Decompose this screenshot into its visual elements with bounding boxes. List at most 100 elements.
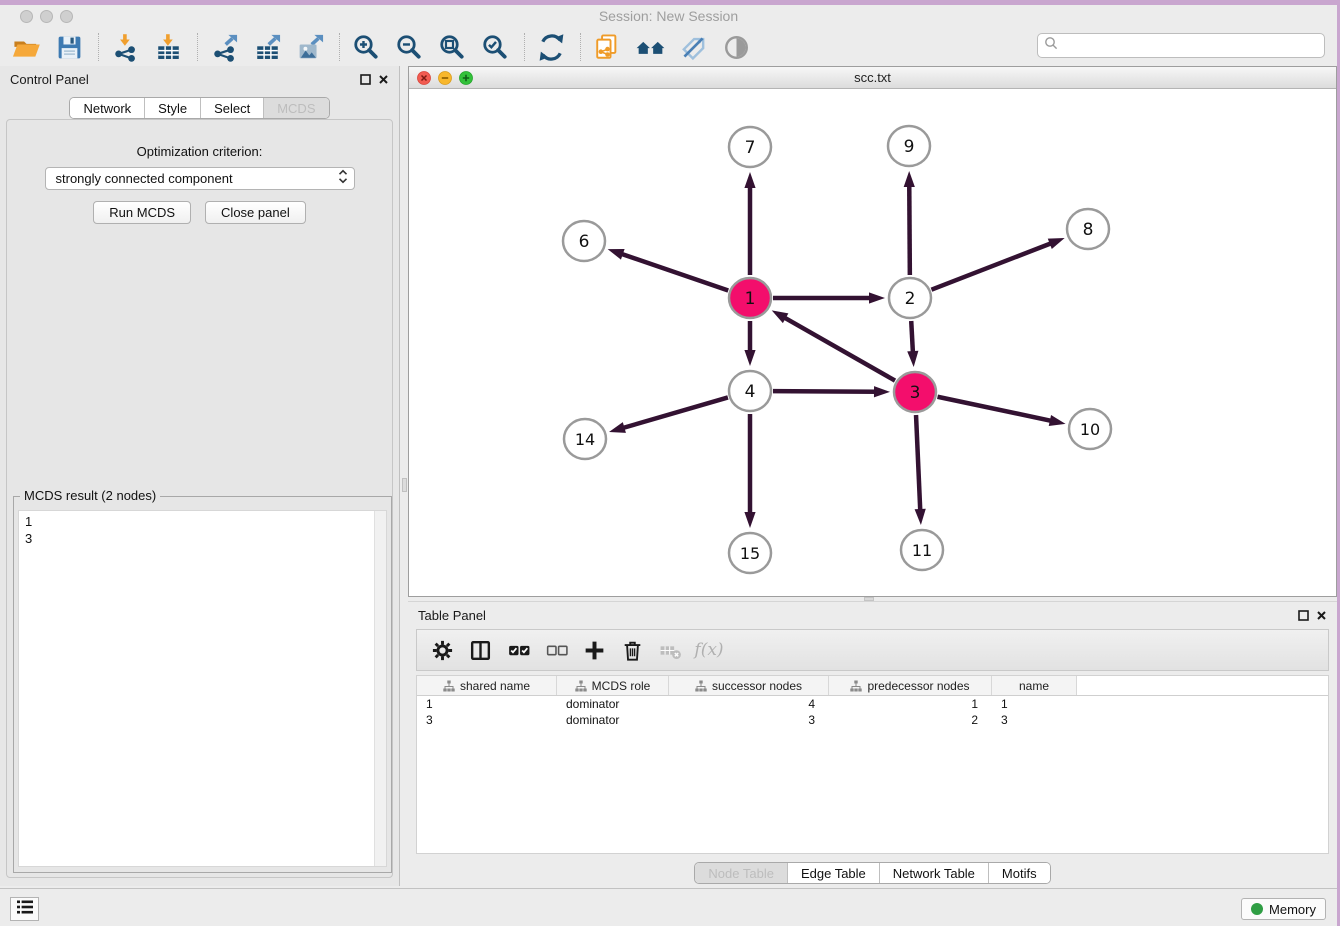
optimization-criterion-label: Optimization criterion: [7, 144, 392, 159]
network-graph: 7 9 6 8 1 2 4 3 14 10 15 11 [409, 89, 1336, 596]
refresh-network-icon[interactable] [535, 31, 567, 63]
search-field[interactable] [1037, 33, 1325, 58]
column-header-name[interactable]: name [992, 676, 1077, 695]
export-network-icon[interactable] [208, 31, 240, 63]
graph-node-15[interactable]: 15 [729, 533, 771, 573]
node-table[interactable]: shared nameMCDS rolesuccessor nodesprede… [416, 675, 1329, 854]
graph-node-8[interactable]: 8 [1067, 209, 1109, 249]
apps-home-icon[interactable] [634, 31, 666, 63]
graph-node-label: 11 [912, 541, 932, 560]
column-header-predecessor-nodes[interactable]: predecessor nodes [829, 676, 992, 695]
graph-edge-3-10[interactable] [938, 397, 1053, 421]
zoom-selected-icon[interactable] [479, 31, 511, 63]
table-row[interactable]: 3dominator323 [417, 712, 1328, 728]
graph-node-14[interactable]: 14 [564, 419, 606, 459]
task-history-button[interactable] [10, 897, 39, 921]
toolbar-separator [98, 33, 99, 61]
graph-edge-4-14[interactable] [621, 397, 727, 428]
import-network-icon[interactable] [109, 31, 141, 63]
result-scrollbar[interactable] [374, 511, 386, 866]
mcds-result-box: MCDS result (2 nodes) 1 3 [13, 496, 392, 873]
table-row[interactable]: 1dominator411 [417, 696, 1328, 712]
graph-edge-arrowhead [907, 351, 918, 367]
graph-node-11[interactable]: 11 [901, 530, 943, 570]
export-image-icon[interactable] [294, 31, 326, 63]
tab-motifs[interactable]: Motifs [988, 863, 1050, 883]
graph-edge-4-3[interactable] [773, 391, 877, 392]
function-builder-icon: f(x) [693, 635, 723, 665]
graph-edge-2-9[interactable] [909, 184, 910, 275]
list-icon [16, 899, 34, 920]
save-session-icon[interactable] [53, 31, 85, 63]
tab-node-table[interactable]: Node Table [695, 863, 787, 883]
table-cell: 4 [669, 696, 829, 712]
open-session-icon[interactable] [10, 31, 42, 63]
tab-network-table[interactable]: Network Table [879, 863, 988, 883]
tab-mcds[interactable]: MCDS [263, 98, 328, 118]
column-header-MCDS-role[interactable]: MCDS role [557, 676, 669, 695]
column-header-successor-nodes[interactable]: successor nodes [669, 676, 829, 695]
network-window-title: scc.txt [409, 70, 1336, 85]
run-mcds-button[interactable]: Run MCDS [93, 201, 191, 224]
vertical-split-divider[interactable] [401, 66, 408, 597]
table-cell: 3 [992, 712, 1077, 728]
close-panel-icon[interactable] [378, 72, 389, 90]
select-all-columns-icon[interactable] [503, 635, 533, 665]
split-columns-icon[interactable] [465, 635, 495, 665]
network-window-titlebar[interactable]: scc.txt [409, 67, 1336, 89]
search-input[interactable] [1062, 38, 1324, 53]
criterion-dropdown[interactable]: strongly connected component [45, 167, 355, 190]
graph-node-1[interactable]: 1 [729, 278, 771, 318]
graph-node-10[interactable]: 10 [1069, 409, 1111, 449]
graph-node-4[interactable]: 4 [729, 371, 771, 411]
tab-style[interactable]: Style [144, 98, 200, 118]
network-from-selection-icon[interactable] [591, 31, 623, 63]
graph-node-2[interactable]: 2 [889, 278, 931, 318]
graph-node-7[interactable]: 7 [729, 127, 771, 167]
graph-edge-arrowhead [744, 512, 755, 528]
import-table-icon[interactable] [152, 31, 184, 63]
column-type-icon [443, 680, 455, 692]
graph-edge-2-8[interactable] [931, 243, 1052, 290]
close-panel-icon[interactable] [1316, 608, 1327, 626]
graph-edge-2-3[interactable] [911, 321, 913, 354]
control-panel-tabs: NetworkStyleSelectMCDS [69, 97, 329, 119]
split-handle[interactable] [402, 478, 407, 492]
hide-labels-icon[interactable] [677, 31, 709, 63]
delete-row-icon[interactable] [617, 635, 647, 665]
zoom-in-icon[interactable] [350, 31, 382, 63]
graph-edge-arrowhead [869, 292, 885, 303]
graph-edge-arrowhead [609, 422, 626, 433]
graph-node-3[interactable]: 3 [894, 372, 936, 412]
zoom-fit-icon[interactable] [436, 31, 468, 63]
zoom-out-icon[interactable] [393, 31, 425, 63]
column-header-label: name [1019, 679, 1049, 693]
settings-icon[interactable] [427, 635, 457, 665]
graph-edge-3-1[interactable] [783, 317, 895, 381]
table-tabs: Node TableEdge TableNetwork TableMotifs [694, 862, 1050, 884]
graph-node-9[interactable]: 9 [888, 126, 930, 166]
graph-node-6[interactable]: 6 [563, 221, 605, 261]
table-cell: dominator [557, 696, 669, 712]
graph-node-label: 6 [579, 232, 590, 252]
unselect-all-columns-icon[interactable] [541, 635, 571, 665]
table-toolbar: f(x) [416, 629, 1329, 671]
memory-label: Memory [1269, 902, 1316, 917]
close-panel-button[interactable]: Close panel [205, 201, 306, 224]
float-panel-icon[interactable] [360, 72, 371, 90]
memory-button[interactable]: Memory [1241, 898, 1326, 920]
view-toggle-icon[interactable] [720, 31, 752, 63]
column-header-shared-name[interactable]: shared name [417, 676, 557, 695]
graph-edge-3-11[interactable] [916, 415, 920, 512]
tab-edge-table[interactable]: Edge Table [787, 863, 879, 883]
graph-edge-1-6[interactable] [620, 253, 728, 290]
tab-network[interactable]: Network [70, 98, 144, 118]
mcds-result-text[interactable]: 1 3 [18, 510, 387, 867]
add-row-icon[interactable] [579, 635, 609, 665]
tab-select[interactable]: Select [200, 98, 263, 118]
network-canvas[interactable]: 7 9 6 8 1 2 4 3 14 10 15 11 [409, 89, 1336, 596]
float-panel-icon[interactable] [1298, 608, 1309, 626]
export-table-icon[interactable] [251, 31, 283, 63]
control-panel: Control Panel NetworkStyleSelectMCDS Opt… [0, 66, 400, 886]
window-titlebar: Session: New Session [0, 5, 1337, 28]
